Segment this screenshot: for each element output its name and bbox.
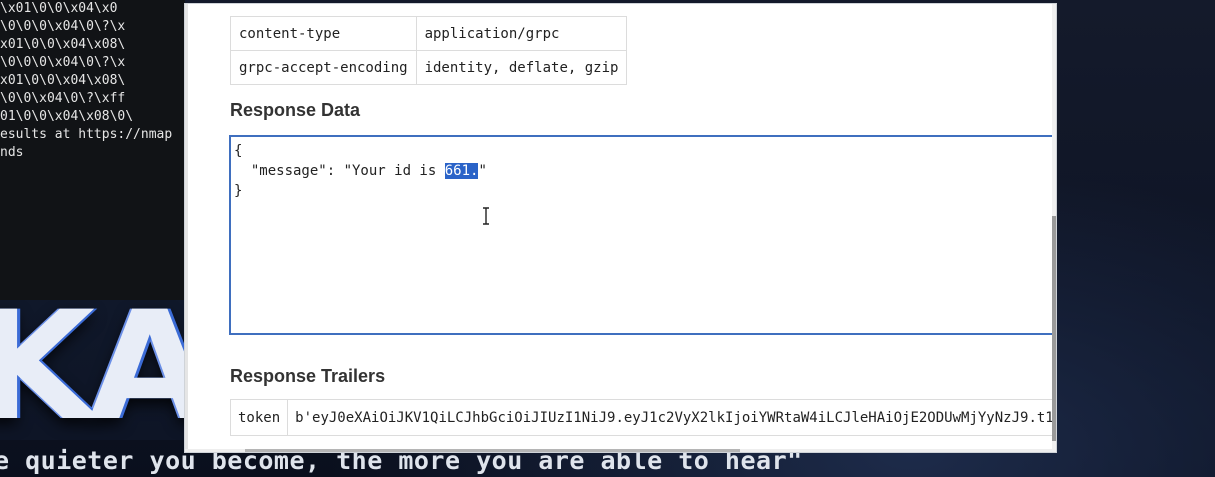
table-row: content-type application/grpc [230, 16, 628, 51]
selected-text[interactable]: 661. [444, 163, 479, 179]
header-key: content-type [230, 16, 417, 51]
response-headers-table: content-type application/grpc grpc-accep… [230, 16, 628, 85]
code-line: } [234, 183, 243, 199]
response-trailers-title: Response Trailers [230, 366, 386, 386]
trailer-key: token [229, 399, 289, 436]
trailer-value: b'eyJ0eXAiOiJKV1QiLCJhbGciOiJIUzI1NiJ9.e… [287, 399, 1056, 436]
text-cursor-icon [483, 207, 489, 225]
header-value: identity, deflate, gzip [415, 50, 628, 85]
response-trailers-table: token b'eyJ0eXAiOiJKV1QiLCJhbGciOiJIUzI1… [229, 399, 1056, 436]
terminal-line: \0\0\0\x04\0\?\x [0, 19, 126, 34]
code-line: "message": "Your id is 661." [234, 161, 1056, 181]
terminal-line: esults at https://nmap [0, 127, 173, 142]
terminal-line: \0\0\0\x04\0\?\x [0, 55, 126, 70]
kali-logo-text: KALI [0, 300, 185, 440]
kali-logo-art: KALI [0, 300, 185, 440]
response-data-editor[interactable]: { "message": "Your id is 661." } [229, 135, 1056, 335]
code-line: { [234, 143, 243, 159]
table-row: grpc-accept-encoding identity, deflate, … [230, 50, 628, 85]
response-data-title: Response Data [230, 100, 361, 120]
terminal-line: \x01\0\0\x04\x0 [0, 1, 118, 16]
code-text: " [478, 163, 487, 179]
terminal-line: x01\0\0\x04\x08\ [0, 73, 126, 88]
vertical-scrollbar-thumb[interactable] [1052, 216, 1056, 441]
horizontal-scrollbar-thumb[interactable] [245, 449, 740, 452]
terminal-line: \0\0\x04\0\?\xff [0, 91, 126, 106]
code-text: "message": "Your id is [234, 163, 445, 179]
header-value: application/grpc [415, 16, 628, 51]
table-row: token b'eyJ0eXAiOiJKV1QiLCJhbGciOiJIUzI1… [229, 399, 1056, 436]
grpc-response-panel[interactable]: content-type application/grpc grpc-accep… [184, 3, 1057, 453]
terminal-line: x01\0\0\x04\x08\ [0, 37, 126, 52]
terminal-window[interactable]: \x01\0\0\x04\x0 \0\0\0\x04\0\?\x x01\0\0… [0, 0, 185, 300]
terminal-line: 01\0\0\x04\x08\0\ [0, 109, 134, 124]
terminal-line: nds [0, 145, 24, 160]
window-edge [185, 4, 188, 452]
header-key: grpc-accept-encoding [230, 50, 417, 85]
